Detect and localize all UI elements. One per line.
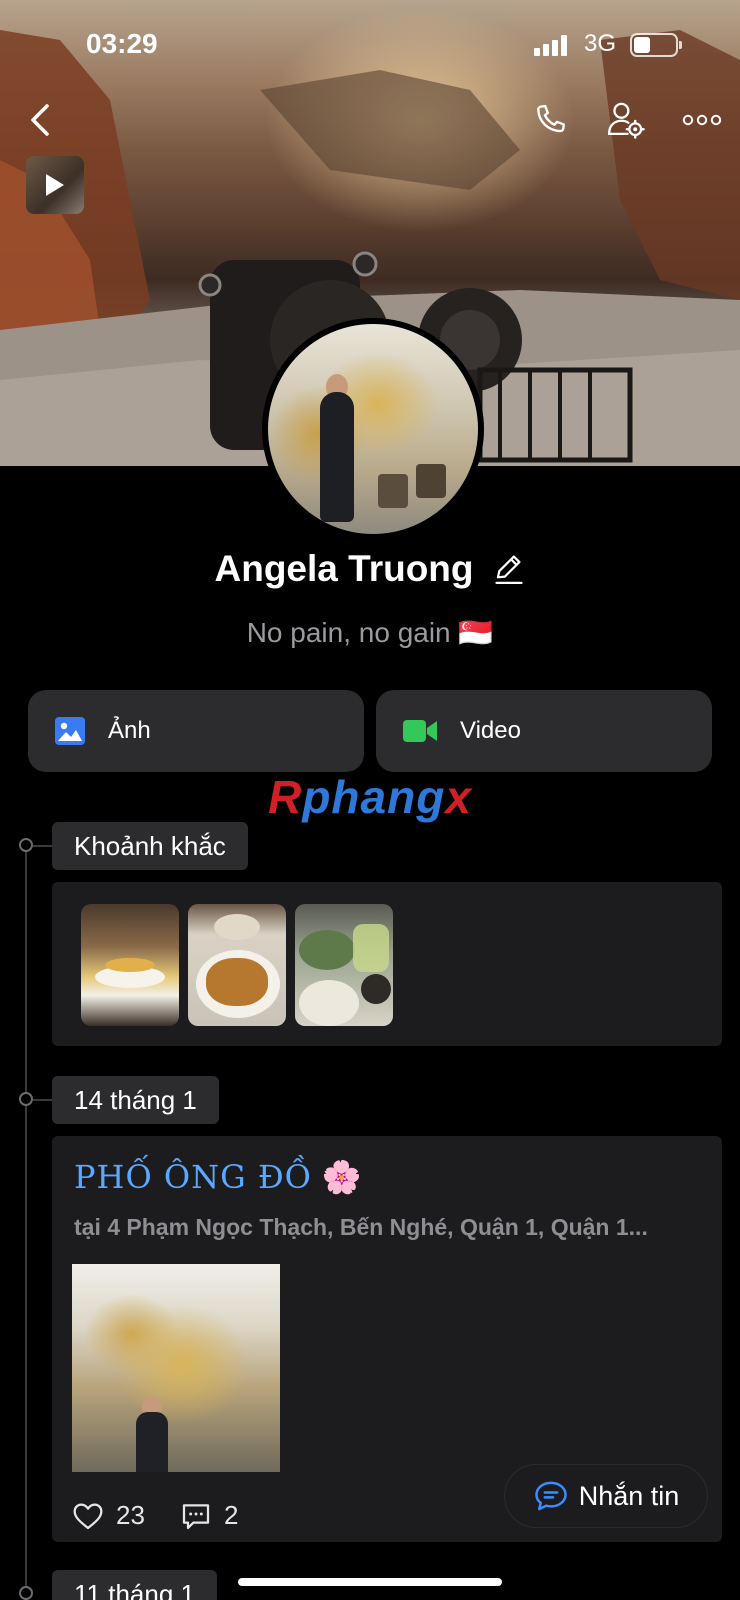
cover-video-thumbnail[interactable] [26, 156, 84, 214]
signal-icon [534, 34, 567, 56]
status-bar: 03:29 3G [0, 26, 740, 66]
profile-name-row: Angela Truong [0, 548, 740, 590]
timeline-dot [19, 1586, 33, 1600]
watermark-logo: Rphangxphangx [268, 771, 472, 823]
more-dots-icon [682, 114, 722, 126]
post-image[interactable] [72, 1264, 280, 1472]
videos-button-label: Video [460, 717, 521, 744]
phone-icon [537, 104, 565, 133]
comment-button[interactable]: 2 [180, 1500, 238, 1531]
chat-bubble-icon [534, 1481, 567, 1511]
avatar[interactable] [268, 324, 478, 534]
battery-icon [630, 33, 682, 57]
call-button[interactable] [528, 98, 572, 142]
flower-emoji: 🌸 [321, 1158, 363, 1196]
photos-button[interactable]: Ảnh [28, 690, 364, 772]
video-camera-icon [403, 720, 437, 742]
message-button[interactable]: Nhắn tin [504, 1464, 708, 1528]
more-button[interactable] [680, 100, 724, 140]
back-button[interactable] [22, 100, 58, 140]
message-button-label: Nhắn tin [578, 1480, 680, 1511]
profile-settings-button[interactable] [604, 98, 648, 142]
like-count: 23 [116, 1500, 145, 1530]
post-title: PHỐ ÔNG ĐỒ 🌸 [74, 1158, 363, 1196]
heart-icon [73, 1503, 103, 1529]
play-icon [46, 174, 64, 196]
moments-label[interactable]: Khoảnh khắc [52, 822, 248, 870]
post-date-label: 14 tháng 1 [52, 1076, 219, 1124]
timeline-dot [19, 838, 33, 852]
moment-thumbnail[interactable] [295, 904, 393, 1026]
timeline-dot [19, 1092, 33, 1106]
post-location[interactable]: tại 4 Phạm Ngọc Thạch, Bến Nghé, Quận 1,… [74, 1214, 704, 1241]
home-indicator[interactable] [238, 1578, 502, 1586]
photo-icon [55, 717, 85, 745]
timeline-line [25, 844, 27, 1600]
moment-thumbnail[interactable] [188, 904, 286, 1026]
edit-pencil-icon[interactable] [492, 551, 526, 587]
user-gear-icon [607, 102, 645, 139]
like-button[interactable]: 23 [72, 1500, 145, 1531]
network-type: 3G [584, 30, 617, 57]
videos-button[interactable]: Video [376, 690, 712, 772]
moments-card [52, 882, 722, 1046]
moment-thumbnail[interactable] [81, 904, 179, 1026]
status-time: 03:29 [86, 28, 158, 59]
comment-count: 2 [224, 1500, 239, 1530]
chevron-left-icon [31, 104, 49, 136]
photos-button-label: Ảnh [108, 717, 151, 744]
profile-name: Angela Truong [214, 548, 474, 589]
next-date-label: 11 tháng 1 [52, 1570, 217, 1600]
profile-bio: No pain, no gain 🇸🇬 [246, 617, 494, 648]
comment-icon [182, 1503, 210, 1529]
